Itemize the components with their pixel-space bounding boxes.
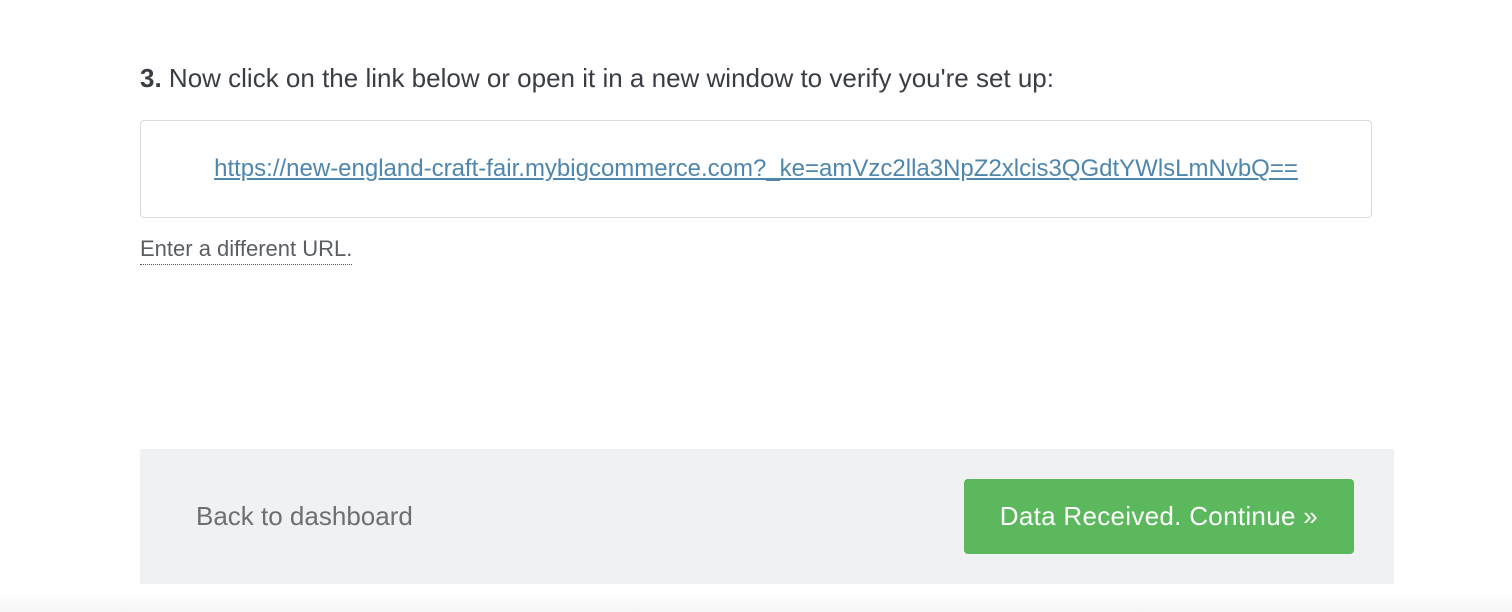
enter-different-url-link[interactable]: Enter a different URL. [140,236,352,265]
step-number: 3. [140,63,162,93]
verification-url-box: https://new-england-craft-fair.mybigcomm… [140,120,1372,218]
step-instruction: Now click on the link below or open it i… [169,63,1054,93]
continue-button[interactable]: Data Received. Continue » [964,479,1354,554]
verification-url-link[interactable]: https://new-england-craft-fair.mybigcomm… [214,151,1298,187]
footer-bar: Back to dashboard Data Received. Continu… [140,449,1394,584]
step-heading: 3. Now click on the link below or open i… [140,60,1372,96]
back-to-dashboard-link[interactable]: Back to dashboard [196,501,413,532]
page-gradient [0,592,1512,612]
